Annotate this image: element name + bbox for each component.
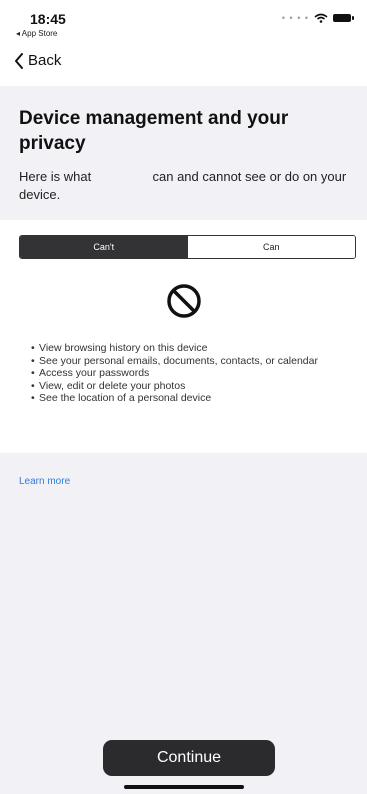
signal-icon: • • • • [281, 13, 309, 23]
back-to-app-store-link[interactable]: ◂ App Store [16, 29, 57, 38]
chevron-left-icon [15, 52, 23, 69]
tab-can[interactable]: Can [187, 236, 355, 258]
continue-button[interactable]: Continue [103, 740, 275, 776]
page-title: Device management and your privacy [19, 108, 289, 154]
intro-text-start: Here is what [19, 169, 92, 184]
status-time: 18:45 [30, 11, 66, 27]
back-button[interactable]: Back [14, 52, 61, 69]
list-item: View, edit or delete your photos [31, 380, 356, 393]
list-item: View browsing history on this device [31, 342, 356, 355]
list-item: See the location of a personal device [31, 392, 356, 405]
prohibited-icon [167, 284, 201, 318]
home-indicator [124, 785, 244, 789]
navigation-bar: Back [0, 40, 367, 86]
header-section: Device management and your privacy Here … [0, 86, 367, 220]
tab-cant[interactable]: Can't [20, 236, 188, 258]
battery-icon [333, 14, 354, 22]
content-section: Can't Can View browsing history on this … [0, 220, 367, 453]
back-label: Back [28, 52, 62, 69]
cannot-do-list: View browsing history on this device See… [31, 342, 356, 405]
intro-text: Here is what can and cannot see or do on… [19, 168, 359, 204]
segmented-control: Can't Can [19, 235, 356, 259]
list-item: See your personal emails, documents, con… [31, 355, 356, 368]
learn-more-link[interactable]: Learn more [19, 476, 70, 487]
status-bar: 18:45 ◂ App Store • • • • [0, 0, 367, 40]
wifi-icon [314, 13, 328, 23]
footer-area: Learn more Continue [0, 453, 367, 794]
status-indicators: • • • • [281, 13, 354, 23]
list-item: Access your passwords [31, 367, 356, 380]
